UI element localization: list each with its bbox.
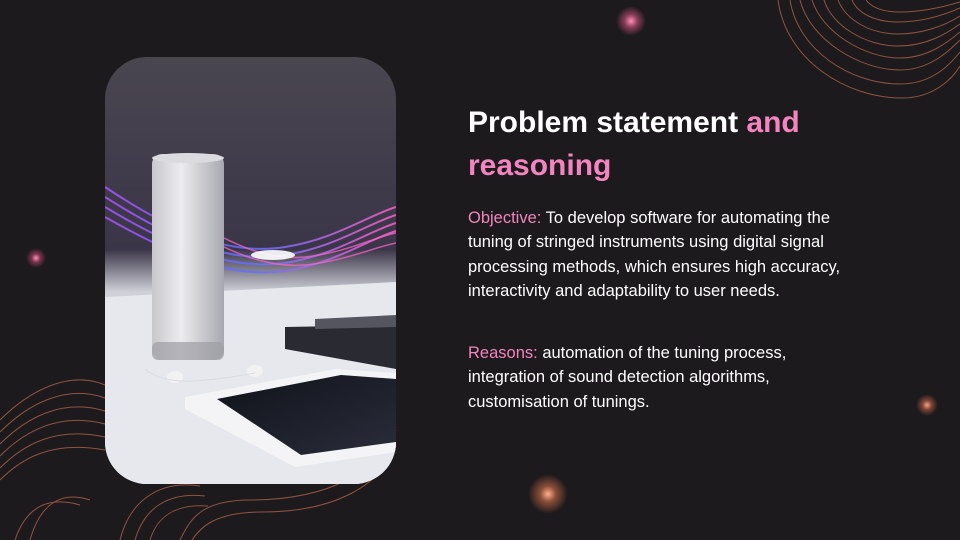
- glow-dot: [528, 474, 568, 514]
- glow-dot: [916, 394, 938, 416]
- objective-paragraph: Objective: To develop software for autom…: [468, 206, 848, 303]
- slide: Problem statement and reasoning Objectiv…: [0, 0, 960, 540]
- glow-dot: [26, 248, 46, 268]
- title-main: Problem statement: [468, 106, 739, 139]
- reasons-label: Reasons:: [468, 344, 538, 362]
- speaker-photo: [105, 57, 396, 484]
- objective-label: Objective:: [468, 209, 542, 227]
- reasons-paragraph: Reasons: automation of the tuning proces…: [468, 341, 848, 414]
- glow-dot: [616, 6, 646, 36]
- slide-title: Problem statement and reasoning: [468, 101, 908, 187]
